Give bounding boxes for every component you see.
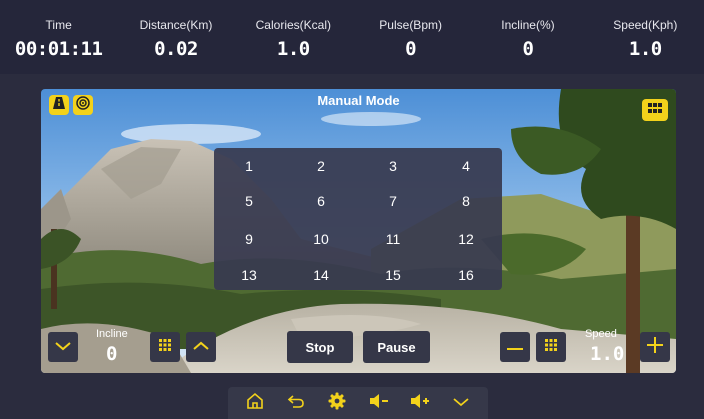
stat-value: 0 <box>522 38 534 60</box>
target-mode-button[interactable] <box>73 95 93 115</box>
stat-label: Calories(Kcal) <box>255 18 331 32</box>
incline-up-button[interactable] <box>186 332 216 362</box>
program-option[interactable]: 5 <box>229 193 269 209</box>
program-option[interactable]: 11 <box>373 231 413 247</box>
stat-calories: Calories(Kcal) 1.0 <box>235 0 352 74</box>
home-button[interactable] <box>241 389 269 417</box>
program-option[interactable]: 1 <box>229 158 269 174</box>
stat-value: 0.02 <box>154 38 198 60</box>
program-option[interactable]: 13 <box>229 267 269 283</box>
stat-value: 1.0 <box>628 38 662 60</box>
stats-bar: Time 00:01:11 Distance(Km) 0.02 Calories… <box>0 0 704 74</box>
pause-button[interactable]: Pause <box>363 331 430 363</box>
settings-icon <box>328 392 346 415</box>
stat-speed: Speed(Kph) 1.0 <box>587 0 704 74</box>
bottom-nav <box>228 387 488 419</box>
program-option[interactable]: 7 <box>373 193 413 209</box>
back-icon <box>287 392 305 415</box>
stat-label: Time <box>45 18 72 32</box>
program-grid-button[interactable] <box>642 99 668 121</box>
chevron-down-icon <box>55 338 71 356</box>
program-option[interactable]: 9 <box>229 231 269 247</box>
program-option[interactable]: 2 <box>301 158 341 174</box>
program-selector-popup: 1 2 3 4 5 6 7 8 9 10 11 12 13 14 15 16 <box>214 148 502 290</box>
grid-icon <box>647 101 663 119</box>
speed-down-button[interactable] <box>500 332 530 362</box>
program-option[interactable]: 4 <box>446 158 486 174</box>
chevron-up-icon <box>193 338 209 356</box>
speed-up-button[interactable] <box>640 332 670 362</box>
volume-up-button[interactable] <box>406 389 434 417</box>
volume-up-icon <box>410 393 430 414</box>
stat-value: 1.0 <box>276 38 310 60</box>
incline-down-button[interactable] <box>48 332 78 362</box>
stat-incline: Incline(%) 0 <box>469 0 586 74</box>
program-option[interactable]: 8 <box>446 193 486 209</box>
target-icon <box>76 95 90 115</box>
program-option[interactable]: 6 <box>301 193 341 209</box>
settings-button[interactable] <box>323 389 351 417</box>
program-option[interactable]: 15 <box>373 267 413 283</box>
speed-preset-button[interactable] <box>536 332 566 362</box>
road-mode-button[interactable] <box>49 95 69 115</box>
mode-title: Manual Mode <box>317 93 400 108</box>
grid-icon <box>159 338 171 356</box>
program-option[interactable]: 12 <box>446 231 486 247</box>
collapse-button[interactable] <box>447 389 475 417</box>
volume-down-icon <box>369 393 389 414</box>
program-option[interactable]: 3 <box>373 158 413 174</box>
stat-label: Pulse(Bpm) <box>379 18 442 32</box>
program-option[interactable]: 16 <box>446 267 486 283</box>
back-button[interactable] <box>282 389 310 417</box>
stat-value: 00:01:11 <box>14 38 103 60</box>
road-icon <box>52 96 66 115</box>
chevron-down-icon <box>453 394 469 412</box>
stat-label: Incline(%) <box>501 18 555 32</box>
incline-preset-button[interactable] <box>150 332 180 362</box>
minus-icon <box>507 338 523 356</box>
stat-time: Time 00:01:11 <box>0 0 117 74</box>
speed-label: Speed <box>585 328 617 340</box>
stat-pulse: Pulse(Bpm) 0 <box>352 0 469 74</box>
grid-icon <box>545 338 557 356</box>
stat-distance: Distance(Km) 0.02 <box>117 0 234 74</box>
stat-label: Distance(Km) <box>139 18 213 32</box>
plus-icon <box>647 336 663 358</box>
stop-button[interactable]: Stop <box>287 331 353 363</box>
program-option[interactable]: 10 <box>301 231 341 247</box>
stat-label: Speed(Kph) <box>613 18 678 32</box>
program-option[interactable]: 14 <box>301 267 341 283</box>
incline-value: 0 <box>106 343 118 365</box>
incline-label: Incline <box>96 328 128 340</box>
home-icon <box>246 392 264 415</box>
stat-value: 0 <box>405 38 417 60</box>
speed-value: 1.0 <box>590 343 625 365</box>
volume-down-button[interactable] <box>365 389 393 417</box>
